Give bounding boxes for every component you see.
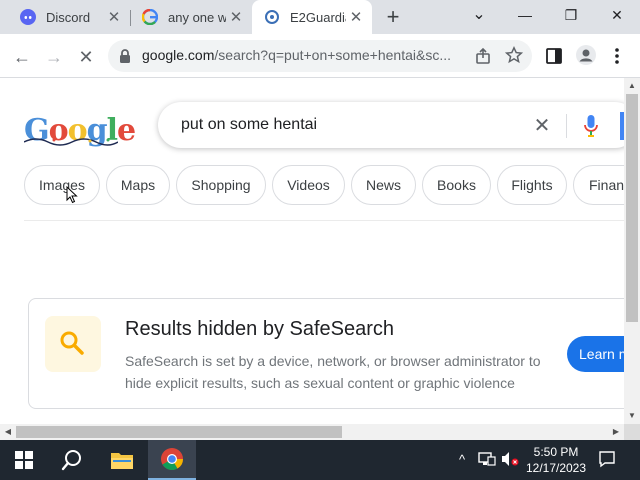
scroll-right-arrow-icon[interactable]: ▶ [608,424,624,440]
windows-logo-icon [15,451,33,469]
chrome-icon [161,448,183,470]
clock-date: 12/17/2023 [525,461,587,475]
tab-discord[interactable]: Discord ✕ [0,0,130,34]
new-tab-button[interactable]: + [380,4,406,30]
chip-finance[interactable]: Finan [573,165,624,205]
network-icon[interactable] [478,451,496,467]
logo-letter: e [117,113,136,148]
chips-divider [24,220,624,221]
microphone-icon[interactable] [583,114,599,138]
more-menu-icon[interactable] [612,47,622,65]
close-icon[interactable]: ✕ [226,8,246,26]
page-viewport: G o o g l e put on some hentai ✕ Images … [0,78,624,424]
clock[interactable]: 5:50 PM 12/17/2023 [522,444,590,476]
folder-icon [111,453,133,469]
chip-videos[interactable]: Videos [272,165,345,205]
lock-icon[interactable] [118,48,132,64]
close-icon[interactable]: ✕ [104,8,124,26]
back-button[interactable]: ← [8,45,36,69]
taskbar-file-explorer[interactable] [98,440,146,480]
safesearch-title: Results hidden by SafeSearch [125,318,395,340]
mouse-cursor-icon [66,186,78,204]
safesearch-description: SafeSearch is set by a device, network, … [125,353,541,391]
notifications-icon[interactable] [598,450,616,468]
chip-images[interactable]: Images [24,165,100,205]
forward-button[interactable]: → [40,45,68,69]
tab-google-search[interactable]: any one w ✕ [122,0,252,34]
vertical-scroll-thumb[interactable] [626,94,638,322]
scroll-down-arrow-icon[interactable]: ▼ [624,408,640,424]
window-close-button[interactable]: ✕ [594,0,640,32]
side-panel-icon[interactable] [545,47,563,65]
stop-button[interactable]: ✕ [72,45,100,69]
close-icon[interactable]: ✕ [346,8,366,26]
restore-button[interactable]: ❐ [548,0,594,32]
search-icon [61,450,81,471]
search-input[interactable]: put on some hentai [181,116,317,134]
bookmark-star-icon[interactable] [505,46,523,64]
url-path: /search?q=put+on+some+hentai&sc... [214,47,451,63]
search-divider [566,114,567,138]
tab-label: any one w [168,9,226,25]
tab-label: Discord [46,9,91,25]
tab-label: E2Guardia [290,9,346,25]
tab-search-dropdown-icon[interactable]: ⌄ [456,0,502,32]
chip-books[interactable]: Books [422,165,491,205]
url-host: google.com [142,47,215,63]
show-hidden-icons-icon[interactable]: ^ [453,450,471,470]
chip-news[interactable]: News [351,165,416,205]
taskbar-search-button[interactable] [48,440,96,480]
chip-flights[interactable]: Flights [497,165,567,205]
minimize-button[interactable]: — [502,0,548,32]
url-text[interactable]: google.com/search?q=put+on+some+hentai&s… [142,47,462,63]
e2guardian-icon [265,10,279,24]
learn-more-button[interactable]: Learn m [567,336,624,372]
horizontal-scroll-thumb[interactable] [16,426,342,438]
profile-avatar-icon[interactable] [576,45,596,65]
volume-muted-icon[interactable] [501,451,519,467]
search-icon [60,331,84,355]
taskbar-chrome[interactable] [148,440,196,480]
start-button[interactable] [0,440,48,480]
clock-time: 5:50 PM [533,445,579,459]
scroll-up-arrow-icon[interactable]: ▲ [624,78,640,94]
tab-e2guardian[interactable]: E2Guardia ✕ [252,0,372,34]
chip-maps[interactable]: Maps [106,165,170,205]
scrollbar-corner [624,424,640,440]
clear-search-icon[interactable]: ✕ [530,114,554,138]
google-icon [142,9,158,25]
share-icon[interactable] [474,47,492,65]
doodle-decoration-icon [24,138,118,146]
discord-icon [20,9,36,25]
chip-shopping[interactable]: Shopping [176,165,266,205]
scroll-left-arrow-icon[interactable]: ◀ [0,424,16,440]
